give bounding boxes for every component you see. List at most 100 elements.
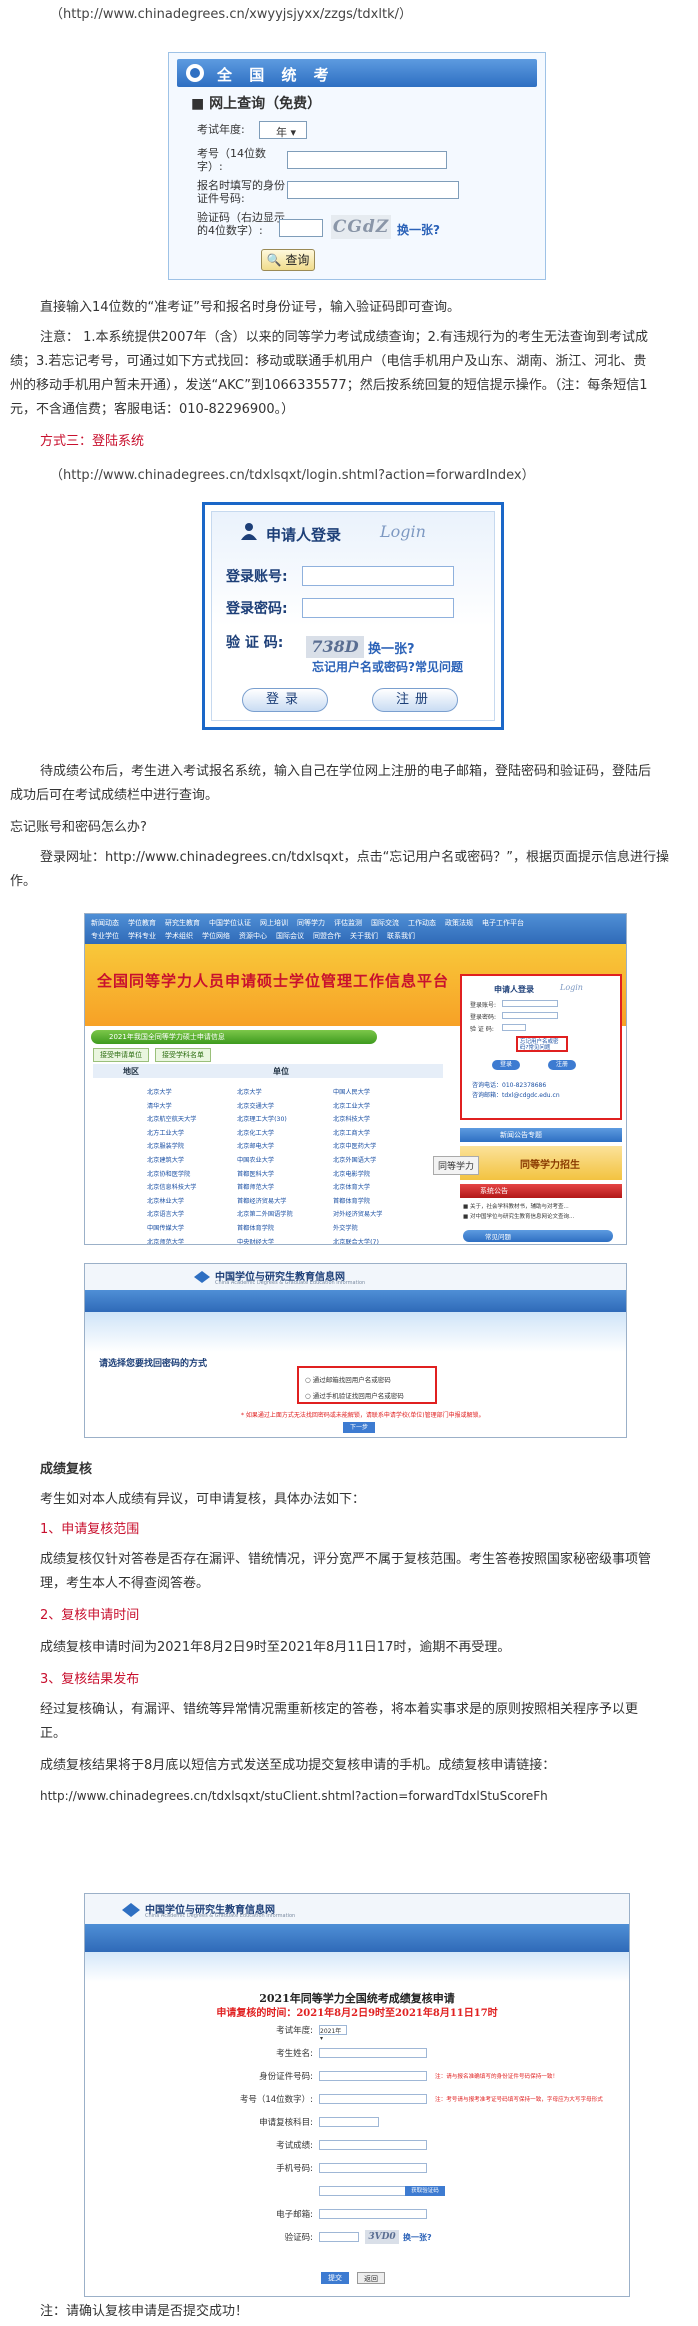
exam-no-input[interactable] — [287, 151, 447, 169]
unit-link[interactable]: 北京第二外国语学院 — [237, 1208, 293, 1222]
panel-register-button[interactable]: 注册 — [548, 1060, 576, 1070]
form-input[interactable] — [319, 2048, 427, 2058]
recover-next-button[interactable]: 下一步 — [343, 1422, 375, 1433]
unit-link[interactable]: 北京工商大学 — [333, 1127, 383, 1141]
panel-captcha-input[interactable] — [502, 1024, 526, 1031]
side-admission-banner[interactable]: 同等学力招生 — [460, 1146, 622, 1180]
site-nav-item[interactable]: 学术组织 — [165, 931, 193, 941]
site-nav-item[interactable]: 学位网络 — [202, 931, 230, 941]
form-input[interactable] — [319, 2140, 427, 2150]
form-input[interactable] — [319, 2163, 427, 2173]
unit-link[interactable]: 北京语言大学 — [147, 1208, 197, 1222]
unit-link[interactable]: 北京航空航天大学 — [147, 1113, 197, 1127]
password-input[interactable] — [302, 598, 454, 618]
unit-link[interactable]: 北京服装学院 — [147, 1140, 197, 1154]
form-refresh-captcha-link[interactable]: 换一张? — [403, 2232, 432, 2243]
query-button[interactable]: 🔍 查询 — [261, 249, 315, 271]
unit-link[interactable]: 北京科技大学 — [333, 1113, 383, 1127]
panel-forgot-link[interactable]: 忘记用户名或密码?常见问题 — [516, 1036, 568, 1052]
notice-item[interactable]: ■ 关于，社会学科教材书，辅助与对考查... — [463, 1202, 574, 1212]
unit-link[interactable]: 北京大学 — [237, 1086, 293, 1100]
unit-link[interactable]: 北京外国语大学 — [333, 1154, 383, 1168]
unit-link[interactable]: 中央财经大学 — [237, 1236, 293, 1244]
unit-link[interactable]: 首都体育学院 — [333, 1195, 383, 1209]
site-nav-item[interactable]: 国际交流 — [371, 918, 399, 928]
unit-link[interactable]: 北京联合大学(7) — [333, 1236, 383, 1244]
site-nav-item[interactable]: 专业学位 — [91, 931, 119, 941]
unit-link[interactable]: 中国传媒大学 — [147, 1222, 197, 1236]
site-nav-item[interactable]: 电子工作平台 — [482, 918, 524, 928]
site-nav-item[interactable]: 新闻动态 — [91, 918, 119, 928]
unit-link[interactable]: 北京协和医学院 — [147, 1168, 197, 1182]
unit-link[interactable]: 首都医科大学 — [237, 1168, 293, 1182]
form-input[interactable] — [319, 2071, 427, 2081]
year-select[interactable]: 年 ▾ — [259, 121, 307, 139]
unit-link[interactable]: 北京中医药大学 — [333, 1140, 383, 1154]
unit-link[interactable]: 外交学院 — [333, 1222, 383, 1236]
unit-link[interactable]: 首都体育学院 — [237, 1222, 293, 1236]
unit-link[interactable]: 北京理工大学(30) — [237, 1113, 293, 1127]
login-url[interactable]: （http://www.chinadegrees.cn/tdxlsqxt/log… — [50, 464, 535, 483]
site-nav-item[interactable]: 学位教育 — [128, 918, 156, 928]
unit-link[interactable]: 对外经济贸易大学 — [333, 1208, 383, 1222]
id-number-input[interactable] — [287, 181, 459, 199]
site-nav-item[interactable]: 同盟合作 — [313, 931, 341, 941]
site-nav-item[interactable]: 研究生教育 — [165, 918, 200, 928]
unit-link[interactable]: 北京大学 — [147, 1086, 197, 1100]
unit-link[interactable]: 中国人民大学 — [333, 1086, 383, 1100]
site-nav-item[interactable]: 政策法规 — [445, 918, 473, 928]
panel-account-input[interactable] — [502, 1000, 558, 1007]
unit-link[interactable]: 北京师范大学 — [147, 1236, 197, 1244]
side-news-banner[interactable]: 新闻公告专题 — [460, 1128, 622, 1142]
site-nav-item[interactable]: 网上培训 — [260, 918, 288, 928]
form-input[interactable] — [319, 2094, 427, 2104]
system-notice-title[interactable]: 系统公告 — [460, 1184, 622, 1198]
panel-login-button[interactable]: 登录 — [492, 1060, 520, 1070]
form-input[interactable] — [319, 2117, 379, 2127]
unit-link[interactable]: 清华大学 — [147, 1100, 197, 1114]
account-input[interactable] — [302, 566, 454, 586]
site-nav-item[interactable]: 中国学位认证 — [209, 918, 251, 928]
forgot-password-link[interactable]: 忘记用户名或密码?常见问题 — [312, 658, 463, 675]
panel-password-input[interactable] — [502, 1012, 558, 1019]
unit-link[interactable]: 北京信息科技大学 — [147, 1181, 197, 1195]
site-nav-item[interactable]: 同等学力 — [297, 918, 325, 928]
unit-link[interactable]: 北京建筑大学 — [147, 1154, 197, 1168]
unit-link[interactable]: 北京体育大学 — [333, 1181, 383, 1195]
review-link[interactable]: http://www.chinadegrees.cn/tdxlsqxt/stuC… — [40, 1784, 548, 1808]
form-submit-button[interactable]: 提交 — [321, 2272, 349, 2284]
unit-link[interactable]: 北京林业大学 — [147, 1195, 197, 1209]
unit-link[interactable]: 首都师范大学 — [237, 1181, 293, 1195]
refresh-captcha-link[interactable]: 换一张? — [397, 221, 440, 238]
form-input[interactable]: 2021年 ▾ — [319, 2025, 347, 2042]
unit-link[interactable]: 北京邮电大学 — [237, 1140, 293, 1154]
site-nav-item[interactable]: 工作动态 — [408, 918, 436, 928]
query-url[interactable]: （http://www.chinadegrees.cn/xwyyjsjyxx/z… — [50, 3, 412, 22]
tab-subjects[interactable]: 接受学科名单 — [155, 1048, 211, 1062]
form-back-button[interactable]: 返回 — [357, 2272, 385, 2284]
recover-by-email-option[interactable]: ○ 通过邮箱找回用户名或密码 — [305, 1374, 391, 1384]
refresh-captcha-link[interactable]: 换一张? — [368, 638, 415, 657]
site-nav-item[interactable]: 学科专业 — [128, 931, 156, 941]
unit-link[interactable]: 北方工业大学 — [147, 1127, 197, 1141]
recover-by-phone-option[interactable]: ○ 通过手机验证找回用户名或密码 — [305, 1390, 404, 1400]
unit-link[interactable]: 北京交通大学 — [237, 1100, 293, 1114]
form-input[interactable] — [319, 2232, 359, 2242]
site-nav-item[interactable]: 关于我们 — [350, 931, 378, 941]
unit-link[interactable]: 北京工业大学 — [333, 1100, 383, 1114]
tab-units[interactable]: 接受申请单位 — [93, 1048, 149, 1062]
captcha-input[interactable] — [279, 219, 323, 237]
form-input[interactable] — [319, 2209, 427, 2219]
register-button[interactable]: 注册 — [372, 688, 458, 712]
get-sms-code-button[interactable]: 获取验证码 — [405, 2186, 445, 2196]
site-nav-item[interactable]: 联系我们 — [387, 931, 415, 941]
unit-link[interactable]: 北京化工大学 — [237, 1127, 293, 1141]
site-nav-item[interactable]: 评估监测 — [334, 918, 362, 928]
site-nav-item[interactable]: 资源中心 — [239, 931, 267, 941]
unit-link[interactable]: 首都经济贸易大学 — [237, 1195, 293, 1209]
faq-button[interactable]: 常见问题 — [463, 1230, 613, 1242]
unit-link[interactable]: 北京电影学院 — [333, 1168, 383, 1182]
unit-link[interactable]: 中国农业大学 — [237, 1154, 293, 1168]
notice-item[interactable]: ■ 对中国学位与研究生教育信息网论文查询... — [463, 1212, 574, 1222]
login-button[interactable]: 登录 — [242, 688, 328, 712]
